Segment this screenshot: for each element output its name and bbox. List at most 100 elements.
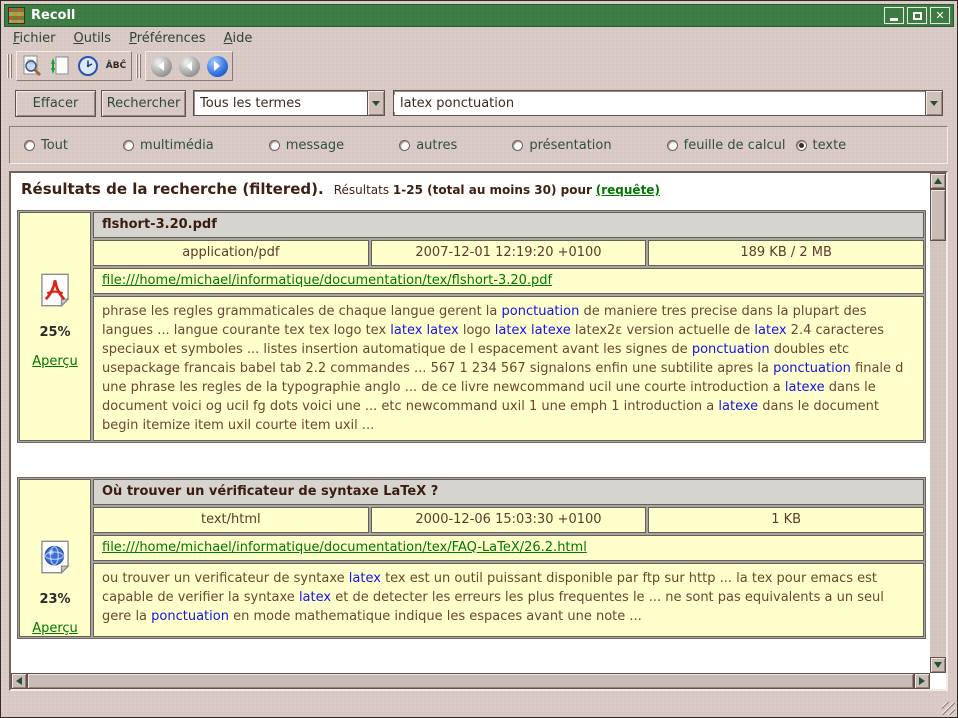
result-date: 2000-12-06 15:03:30 +0100 <box>371 507 647 533</box>
results-heading: Résultats de la recherche (filtered). <box>21 180 324 198</box>
radio-icon <box>399 140 410 151</box>
vertical-scrollbar-thumb[interactable] <box>930 189 946 241</box>
highlighted-term: latex latexe <box>495 323 571 338</box>
vertical-scrollbar-track[interactable] <box>930 241 946 657</box>
minimize-button[interactable] <box>884 7 904 24</box>
document-preview-button[interactable] <box>19 54 45 78</box>
horizontal-scrollbar-thumb[interactable] <box>27 673 914 689</box>
results-list: Résultats de la recherche (filtered). Rés… <box>11 173 930 673</box>
menu-outils[interactable]: Outils <box>65 29 121 48</box>
filter-label: Tout <box>41 138 68 153</box>
first-page-button[interactable] <box>148 54 174 78</box>
resize-grip[interactable] <box>942 702 955 715</box>
vertical-scrollbar[interactable] <box>930 173 946 673</box>
highlighted-term: latex latex <box>390 323 458 338</box>
scroll-up-button[interactable] <box>930 173 946 189</box>
pdf-icon <box>39 273 71 311</box>
scroll-left-button[interactable] <box>11 673 27 689</box>
result-url-link[interactable]: file:///home/michael/informatique/docume… <box>102 273 552 288</box>
filter-radio-tout[interactable]: Tout <box>24 138 68 153</box>
search-mode-dropdown-button[interactable] <box>367 91 384 115</box>
result-url-row: file:///home/michael/informatique/docume… <box>93 268 924 294</box>
result-size: 189 KB / 2 MB <box>648 240 924 266</box>
radio-icon <box>269 140 280 151</box>
filter-radio-texte[interactable]: texte <box>796 138 847 153</box>
filter-radio-presentation[interactable]: présentation <box>512 138 611 153</box>
result-url-link[interactable]: file:///home/michael/informatique/docume… <box>102 540 587 555</box>
history-clock-icon <box>77 55 99 77</box>
filter-label: multimédia <box>140 138 214 153</box>
radio-icon <box>512 140 523 151</box>
arrow-down-icon <box>934 662 942 668</box>
clear-button[interactable]: Effacer <box>15 90 96 117</box>
minimize-icon <box>890 18 898 21</box>
toolbar-grip[interactable] <box>136 54 141 78</box>
query-link[interactable]: (requête) <box>596 183 660 197</box>
radio-icon <box>667 140 678 151</box>
preview-link[interactable]: Aperçu <box>32 354 78 369</box>
close-icon: ✕ <box>935 10 944 21</box>
term-explorer-button[interactable]: ÂBĈ <box>103 54 129 78</box>
maximize-icon <box>913 12 922 20</box>
filter-radio-message[interactable]: message <box>269 138 344 153</box>
title-bar: Recoll ✕ <box>4 4 954 27</box>
history-button[interactable] <box>75 54 101 78</box>
results-header: Résultats de la recherche (filtered). Rés… <box>21 179 928 198</box>
toolbar-grip[interactable] <box>7 54 12 78</box>
results-frame: Résultats de la recherche (filtered). Rés… <box>9 171 948 691</box>
highlighted-term: latexe <box>718 399 758 414</box>
filter-label: message <box>286 138 344 153</box>
menu-fichier[interactable]: Fichier <box>4 29 65 48</box>
result-meta-row: text/html2000-12-06 15:03:30 +01001 KB <box>93 507 924 533</box>
document-preview-icon <box>21 55 43 77</box>
search-mode-select[interactable]: Tous les termes <box>193 90 385 116</box>
result-date: 2007-12-01 12:19:20 +0100 <box>371 240 647 266</box>
search-mode-value: Tous les termes <box>194 96 367 111</box>
maximize-button[interactable] <box>907 7 927 24</box>
result-snippet: ou trouver un verificateur de syntaxe la… <box>93 563 924 637</box>
scroll-right-button[interactable] <box>914 673 930 689</box>
previous-page-icon <box>179 56 200 77</box>
search-history-dropdown-button[interactable] <box>925 91 942 115</box>
scroll-down-button[interactable] <box>930 657 946 673</box>
filter-radio-multimedia[interactable]: multimédia <box>123 138 214 153</box>
results-summary: Résultats 1-25 (total au moins 30) pour … <box>334 183 660 197</box>
relevance-percent: 25% <box>39 325 70 340</box>
filter-label: feuille de calcul <box>684 138 786 153</box>
radio-icon <box>123 140 134 151</box>
result-mime: text/html <box>93 507 369 533</box>
window-title: Recoll <box>31 8 75 23</box>
window-controls: ✕ <box>884 7 950 24</box>
sort-by-date-button[interactable] <box>47 54 73 78</box>
toolbar-group-main: ÂBĈ <box>16 51 132 81</box>
first-page-icon <box>151 56 172 77</box>
arrow-left-icon <box>16 677 22 685</box>
app-logo-icon <box>8 7 25 24</box>
filter-radio-feuille-de-calcul[interactable]: feuille de calcul <box>667 138 786 153</box>
next-page-icon <box>207 56 228 77</box>
html-icon <box>39 540 71 578</box>
previous-page-button[interactable] <box>176 54 202 78</box>
search-button[interactable]: Rechercher <box>101 90 186 117</box>
preview-link[interactable]: Aperçu <box>32 621 78 636</box>
search-query-combo <box>393 90 943 116</box>
arrow-up-icon <box>934 178 942 184</box>
radio-icon <box>796 140 807 151</box>
search-input[interactable] <box>394 95 925 112</box>
close-button[interactable]: ✕ <box>930 7 950 24</box>
menu-aide[interactable]: Aide <box>215 29 262 48</box>
result-meta-row: application/pdf2007-12-01 12:19:20 +0100… <box>93 240 924 266</box>
highlighted-term: ponctuation <box>502 304 580 319</box>
recoll-window: Recoll ✕ FichierOutilsPréférencesAide <box>0 0 958 718</box>
menu-bar: FichierOutilsPréférencesAide <box>4 27 954 49</box>
toolbar-group-nav <box>145 51 233 81</box>
result-title: Où trouver un vérificateur de syntaxe La… <box>93 479 924 505</box>
result-entry: 25%Aperçuflshort-3.20.pdfapplication/pdf… <box>17 210 926 443</box>
next-page-button[interactable] <box>204 54 230 78</box>
menu-preferences[interactable]: Préférences <box>120 29 214 48</box>
highlighted-term: latexe <box>785 380 825 395</box>
result-main: Où trouver un vérificateur de syntaxe La… <box>93 479 924 637</box>
result-snippet: phrase les regles grammaticales de chaqu… <box>93 296 924 441</box>
filter-radio-autres[interactable]: autres <box>399 138 457 153</box>
horizontal-scrollbar[interactable] <box>11 673 930 689</box>
